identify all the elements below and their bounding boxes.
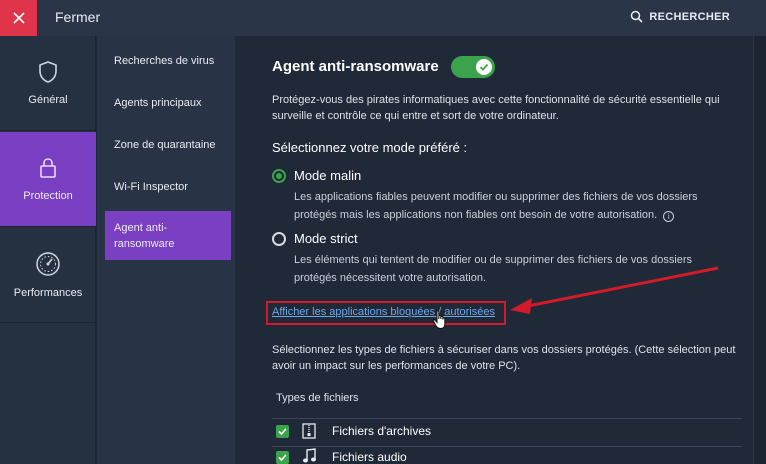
page-title: Agent anti-ransomware	[272, 58, 439, 75]
checkbox-audio[interactable]	[276, 451, 289, 464]
blocked-apps-link[interactable]: Afficher les applications bloquées / aut…	[272, 306, 495, 318]
nav-item-label: Performances	[13, 287, 83, 299]
checkbox-archives[interactable]	[276, 425, 289, 438]
nav-item-protection[interactable]: Protection	[0, 132, 96, 227]
subnav-item-core-shields[interactable]: Agents principaux	[105, 95, 231, 111]
mode-strict-label[interactable]: Mode strict	[294, 231, 358, 246]
close-button[interactable]	[0, 0, 37, 36]
toggle-knob	[476, 59, 492, 75]
lock-icon	[40, 158, 56, 178]
info-icon[interactable]: i	[663, 211, 675, 222]
divider	[272, 446, 742, 447]
mode-heading: Sélectionnez votre mode préféré :	[272, 140, 468, 155]
subnav-item-quarantine[interactable]: Zone de quarantaine	[105, 137, 231, 153]
filetypes-heading: Types de fichiers	[276, 392, 359, 404]
checkmark-icon	[278, 428, 287, 436]
mode-strict-desc-line2: protégés nécessitent votre autorisation.	[294, 272, 487, 284]
filetypes-description: Sélectionnez les types de fichiers à séc…	[272, 344, 736, 372]
feature-description: Protégez-vous des pirates informatiques …	[272, 94, 720, 122]
subnav-item-wifi-inspector[interactable]: Wi-Fi Inspector	[105, 179, 231, 195]
nav-item-general[interactable]: Général	[0, 36, 96, 131]
subnav-item-label: Agent anti-ransomware	[114, 222, 175, 250]
checkmark-icon	[278, 454, 287, 462]
mode-smart-label[interactable]: Mode malin	[294, 168, 361, 183]
shield-icon	[39, 61, 57, 83]
feature-toggle[interactable]	[451, 56, 495, 78]
search-button[interactable]: RECHERCHER	[630, 10, 730, 23]
title-bar: Fermer RECHERCHER	[0, 0, 766, 36]
nav-item-performances[interactable]: Performances	[0, 228, 96, 323]
search-icon	[631, 10, 643, 23]
radio-mode-strict[interactable]	[272, 232, 286, 246]
mode-smart-desc-line2: protégés mais les applications non fiabl…	[294, 209, 658, 221]
nav-item-label: Protection	[23, 190, 73, 202]
radio-mode-smart[interactable]	[272, 169, 286, 183]
filetype-archives-label: Fichiers d'archives	[332, 424, 431, 438]
mode-smart-desc-line1: Les applications fiables peuvent modifie…	[294, 191, 698, 203]
mode-strict-desc-line1: Les éléments qui tentent de modifier ou …	[294, 254, 693, 266]
scrollbar[interactable]	[753, 36, 766, 464]
close-label[interactable]: Fermer	[55, 9, 100, 25]
checkmark-icon	[479, 63, 489, 71]
main-panel: Agent anti-ransomware Protégez-vous des …	[235, 36, 753, 464]
left-nav: Général Protection Performances	[0, 36, 96, 464]
archive-icon	[302, 423, 316, 439]
gauge-icon	[36, 252, 60, 276]
mode-strict-description: Les éléments qui tentent de modifier ou …	[294, 251, 714, 287]
mode-smart-description: Les applications fiables peuvent modifie…	[294, 188, 714, 224]
subnav-item-virus-scans[interactable]: Recherches de virus	[105, 53, 231, 69]
filetype-audio-label: Fichiers audio	[332, 450, 407, 464]
nav-item-label: Général	[28, 94, 68, 106]
music-icon	[303, 448, 316, 463]
subnav-item-ransomware-shield[interactable]: Agent anti-ransomware	[105, 211, 231, 260]
sub-nav: Recherches de virus Agents principaux Zo…	[97, 36, 235, 464]
close-icon	[12, 12, 25, 24]
search-label: RECHERCHER	[649, 10, 730, 23]
hand-cursor-icon	[432, 310, 446, 330]
divider	[272, 418, 742, 419]
